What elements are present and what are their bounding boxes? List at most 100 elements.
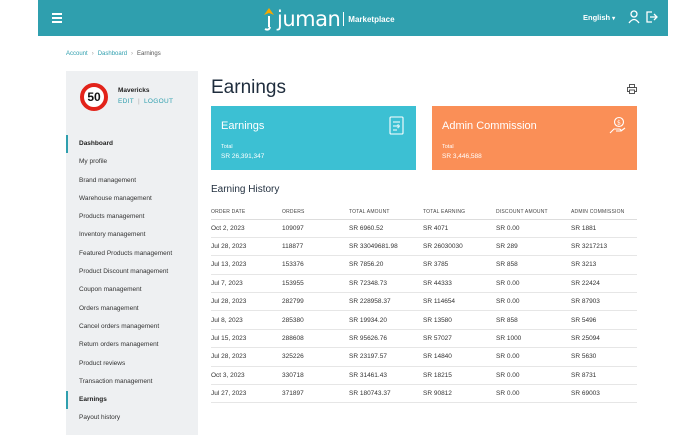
- cell-order-date: Jul 28, 2023: [211, 292, 282, 312]
- cell-total-earning: SR 4071: [423, 219, 496, 238]
- breadcrumb-separator-icon: ›: [91, 51, 94, 57]
- sidebar-item-cancel-orders-management[interactable]: Cancel orders management: [66, 318, 198, 336]
- cell-discount-amount: SR 0.00: [496, 366, 571, 386]
- cell-admin-commission: SR 22424: [571, 274, 637, 294]
- sidebar-item-coupon-management[interactable]: Coupon management: [66, 281, 198, 299]
- svg-text:$: $: [397, 124, 400, 130]
- cell-orders: 371897: [282, 384, 349, 404]
- earning-history-table: ORDER DATE ORDERS TOTAL AMOUNT TOTAL EAR…: [211, 205, 637, 404]
- cell-total-amount: SR 180743.37: [349, 384, 423, 404]
- column-header-discount-amount: DISCOUNT AMOUNT: [496, 205, 571, 220]
- language-label: English: [583, 13, 611, 22]
- table-row: Jul 7, 2023 153955 SR 72348.73 SR 44333 SR 0…: [211, 274, 637, 294]
- cell-orders: 288608: [282, 329, 349, 349]
- cell-orders: 109097: [282, 219, 349, 238]
- cell-total-earning: SR 44333: [423, 274, 496, 294]
- table-row: Oct 3, 2023 330718 SR 31461.43 SR 18215 SR 0…: [211, 366, 637, 386]
- menu-icon[interactable]: [52, 13, 62, 23]
- cell-orders: 325226: [282, 347, 349, 367]
- logout-link[interactable]: LOGOUT: [144, 98, 173, 105]
- table-row: Jul 8, 2023 285380 SR 19934.20 SR 13580 SR 8…: [211, 310, 637, 330]
- cell-discount-amount: SR 0.00: [496, 347, 571, 367]
- breadcrumb-separator-icon: ›: [131, 51, 134, 57]
- sidebar-item-my-profile[interactable]: My profile: [66, 153, 198, 171]
- column-header-order-date: ORDER DATE: [211, 205, 282, 220]
- earning-history-title: Earning History: [211, 184, 280, 195]
- print-icon[interactable]: [627, 81, 637, 94]
- table-header-row: ORDER DATE ORDERS TOTAL AMOUNT TOTAL EAR…: [211, 205, 637, 220]
- earnings-card: Earnings Total SR 26,391,347 $: [211, 106, 416, 170]
- earnings-card-value: SR 26,391,347: [221, 153, 265, 160]
- logo-divider: [343, 12, 345, 26]
- sidebar-item-earnings[interactable]: Earnings: [66, 391, 198, 410]
- logout-icon[interactable]: [645, 10, 658, 24]
- cell-admin-commission: SR 1881: [571, 219, 637, 238]
- cell-order-date: Jul 8, 2023: [211, 310, 282, 330]
- cell-order-date: Oct 3, 2023: [211, 366, 282, 386]
- cell-admin-commission: SR 25094: [571, 329, 637, 349]
- cell-total-amount: SR 19934.20: [349, 310, 423, 330]
- avatar-badge-text: 50: [87, 90, 101, 104]
- cell-admin-commission: SR 3217213: [571, 237, 637, 257]
- logo[interactable]: juman Marketplace: [262, 6, 395, 32]
- cell-order-date: Jul 28, 2023: [211, 237, 282, 257]
- svg-text:$: $: [617, 120, 621, 127]
- sidebar-item-payout-history[interactable]: Payout history: [66, 409, 198, 427]
- chevron-down-icon: ▾: [612, 16, 616, 22]
- cell-orders: 153955: [282, 274, 349, 294]
- logo-mark-icon: [262, 7, 276, 31]
- cell-total-amount: SR 31461.43: [349, 366, 423, 386]
- table-row: Jul 28, 2023 282799 SR 228958.37 SR 114654 S…: [211, 292, 637, 312]
- sidebar-item-product-discount-management[interactable]: Product Discount management: [66, 263, 198, 281]
- cell-admin-commission: SR 3213: [571, 255, 637, 275]
- cell-total-amount: SR 95626.76: [349, 329, 423, 349]
- cell-total-amount: SR 228958.37: [349, 292, 423, 312]
- cell-order-date: Jul 27, 2023: [211, 384, 282, 404]
- cell-order-date: Jul 13, 2023: [211, 255, 282, 275]
- breadcrumb-account[interactable]: Account: [66, 51, 88, 57]
- cell-discount-amount: SR 858: [496, 255, 571, 275]
- sidebar-item-brand-management[interactable]: Brand management: [66, 172, 198, 190]
- sidebar-item-inventory-management[interactable]: Inventory management: [66, 226, 198, 244]
- sidebar-item-return-orders-management[interactable]: Return orders management: [66, 336, 198, 354]
- commission-card-value: SR 3,446,588: [442, 153, 482, 160]
- cell-total-amount: SR 23197.57: [349, 347, 423, 367]
- divider: |: [138, 98, 141, 105]
- cell-order-date: Oct 2, 2023: [211, 219, 282, 238]
- admin-commission-card: Admin Commission Total SR 3,446,588 $: [432, 106, 637, 170]
- breadcrumb-dashboard[interactable]: Dashboard: [98, 51, 127, 57]
- table-row: Oct 2, 2023 109097 SR 6960.52 SR 4071 SR 0.0…: [211, 219, 637, 238]
- sidebar-item-transaction-management[interactable]: Transaction management: [66, 373, 198, 391]
- cell-admin-commission: SR 5496: [571, 310, 637, 330]
- commission-card-label: Total: [442, 144, 454, 150]
- cell-discount-amount: SR 858: [496, 310, 571, 330]
- logo-text: juman: [277, 7, 341, 31]
- cell-orders: 285380: [282, 310, 349, 330]
- cell-total-amount: SR 72348.73: [349, 274, 423, 294]
- cell-total-earning: SR 14840: [423, 347, 496, 367]
- table-row: Jul 13, 2023 153376 SR 7856.20 SR 3785 SR 85…: [211, 255, 637, 275]
- cell-orders: 118877: [282, 237, 349, 257]
- sidebar: 50 Mavericks EDIT | LOGOUT Dashboard My pr…: [66, 71, 198, 435]
- language-dropdown[interactable]: English ▾: [583, 13, 615, 22]
- logo-subtitle: Marketplace: [348, 14, 395, 24]
- sidebar-item-dashboard[interactable]: Dashboard: [66, 135, 198, 154]
- cell-total-amount: SR 33049681.98: [349, 237, 423, 257]
- cell-admin-commission: SR 8731: [571, 366, 637, 386]
- cell-total-earning: SR 13580: [423, 310, 496, 330]
- sidebar-item-products-management[interactable]: Products management: [66, 208, 198, 226]
- earnings-card-title: Earnings: [221, 120, 265, 132]
- earnings-card-label: Total: [221, 144, 233, 150]
- column-header-total-earning: TOTAL EARNING: [423, 205, 496, 220]
- sidebar-menu: Dashboard My profile Brand management Wa…: [66, 135, 198, 428]
- receipt-icon: $: [388, 116, 406, 136]
- sidebar-item-warehouse-management[interactable]: Warehouse management: [66, 190, 198, 208]
- user-icon[interactable]: [628, 10, 640, 24]
- cell-order-date: Jul 15, 2023: [211, 329, 282, 349]
- sidebar-item-orders-management[interactable]: Orders management: [66, 300, 198, 318]
- commission-card-title: Admin Commission: [442, 120, 537, 132]
- edit-profile-link[interactable]: EDIT: [118, 98, 134, 105]
- sidebar-item-product-reviews[interactable]: Product reviews: [66, 355, 198, 373]
- sidebar-item-featured-products-management[interactable]: Featured Products management: [66, 245, 198, 263]
- cell-orders: 153376: [282, 255, 349, 275]
